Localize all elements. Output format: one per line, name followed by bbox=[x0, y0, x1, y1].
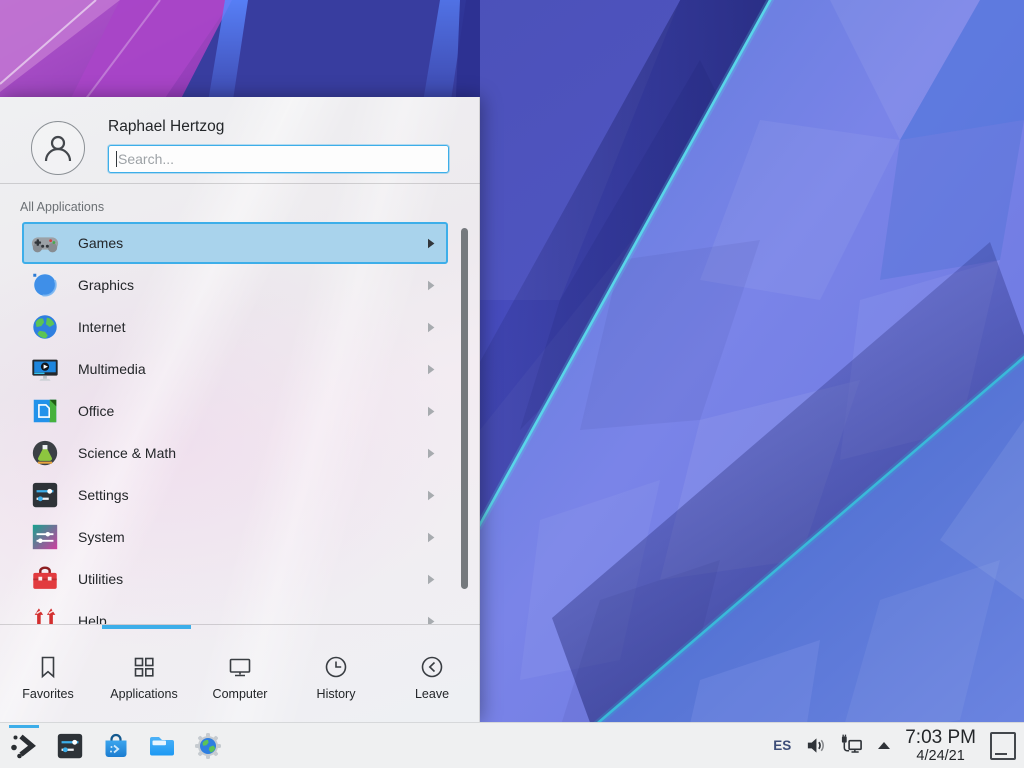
user-icon bbox=[41, 131, 75, 165]
user-name: Raphael Hertzog bbox=[108, 118, 224, 136]
launcher-tabbar: Favorites Applications Computer bbox=[0, 629, 480, 722]
tab-leave[interactable]: Leave bbox=[384, 629, 480, 722]
chevron-right-icon bbox=[427, 448, 435, 459]
web-settings-button[interactable] bbox=[193, 731, 223, 761]
globe-icon bbox=[29, 311, 61, 343]
system-tray: ES 7:03 PM 4/24/21 bbox=[773, 728, 1024, 764]
tab-applications[interactable]: Applications bbox=[96, 629, 192, 722]
help-icon bbox=[29, 605, 61, 624]
category-help[interactable]: Help bbox=[22, 600, 448, 624]
header-separator bbox=[0, 183, 480, 184]
flask-icon bbox=[29, 437, 61, 469]
category-label: Games bbox=[78, 235, 427, 251]
category-science-math[interactable]: Science & Math bbox=[22, 432, 448, 474]
category-label: Office bbox=[78, 403, 427, 419]
clock-date: 4/24/21 bbox=[916, 749, 964, 764]
chevron-right-icon bbox=[427, 406, 435, 417]
discover-bag-icon bbox=[101, 730, 131, 762]
chevron-right-icon bbox=[427, 532, 435, 543]
category-graphics[interactable]: Graphics bbox=[22, 264, 448, 306]
chevron-right-icon bbox=[427, 280, 435, 291]
keyboard-layout-indicator[interactable]: ES bbox=[773, 738, 791, 753]
chevron-right-icon bbox=[427, 322, 435, 333]
desktop: Raphael Hertzog All Applications bbox=[0, 0, 1024, 768]
system-sliders-icon bbox=[29, 521, 61, 553]
globe-gear-icon bbox=[193, 731, 223, 761]
category-label: Internet bbox=[78, 319, 427, 335]
computer-icon bbox=[227, 654, 253, 680]
document-icon bbox=[29, 395, 61, 427]
digital-clock[interactable]: 7:03 PM 4/24/21 bbox=[905, 728, 976, 764]
launcher-header: Raphael Hertzog bbox=[0, 97, 480, 183]
scrollbar[interactable] bbox=[461, 228, 468, 589]
tab-computer[interactable]: Computer bbox=[192, 629, 288, 722]
category-multimedia[interactable]: Multimedia bbox=[22, 348, 448, 390]
text-caret bbox=[116, 151, 117, 167]
bookmark-icon bbox=[35, 654, 61, 680]
category-label: System bbox=[78, 529, 427, 545]
clock-time: 7:03 PM bbox=[905, 728, 976, 747]
chevron-right-icon bbox=[427, 616, 435, 625]
show-desktop-button[interactable] bbox=[990, 732, 1016, 760]
grid-icon bbox=[131, 654, 157, 680]
category-settings[interactable]: Settings bbox=[22, 474, 448, 516]
kde-kicker-icon bbox=[9, 731, 39, 761]
chevron-right-icon bbox=[427, 238, 435, 249]
leave-icon bbox=[419, 654, 445, 680]
chevron-right-icon bbox=[427, 364, 435, 375]
sliders-icon bbox=[29, 479, 61, 511]
system-settings-button[interactable] bbox=[55, 731, 85, 761]
chevron-right-icon bbox=[427, 574, 435, 585]
category-games[interactable]: Games bbox=[22, 222, 448, 264]
application-launcher-button[interactable] bbox=[9, 731, 39, 761]
category-office[interactable]: Office bbox=[22, 390, 448, 432]
system-settings-icon bbox=[55, 731, 85, 761]
folder-icon bbox=[147, 730, 177, 762]
expand-tray-arrow-icon[interactable] bbox=[877, 741, 891, 750]
category-label: Graphics bbox=[78, 277, 427, 293]
active-task-indicator bbox=[9, 725, 39, 728]
paint-sphere-icon bbox=[29, 269, 61, 301]
tab-favorites[interactable]: Favorites bbox=[0, 629, 96, 722]
clock-icon bbox=[323, 654, 349, 680]
category-list: Games Graphics bbox=[0, 222, 480, 624]
tabbar-separator bbox=[0, 624, 480, 625]
taskbar-panel: ES 7:03 PM 4/24/21 bbox=[0, 722, 1024, 768]
file-manager-button[interactable] bbox=[147, 731, 177, 761]
chevron-right-icon bbox=[427, 490, 435, 501]
category-label: Utilities bbox=[78, 571, 427, 587]
taskbar-launchers bbox=[0, 731, 223, 761]
gamepad-icon bbox=[29, 227, 61, 259]
category-internet[interactable]: Internet bbox=[22, 306, 448, 348]
wired-network-icon[interactable] bbox=[840, 734, 863, 757]
category-system[interactable]: System bbox=[22, 516, 448, 558]
category-label: Multimedia bbox=[78, 361, 427, 377]
search-field[interactable] bbox=[108, 145, 449, 173]
category-utilities[interactable]: Utilities bbox=[22, 558, 448, 600]
application-launcher-menu: Raphael Hertzog All Applications bbox=[0, 97, 480, 722]
search-input[interactable] bbox=[109, 146, 448, 172]
toolbox-icon bbox=[29, 563, 61, 595]
category-label: Settings bbox=[78, 487, 427, 503]
tab-history[interactable]: History bbox=[288, 629, 384, 722]
discover-button[interactable] bbox=[101, 731, 131, 761]
category-label: Help bbox=[78, 613, 427, 624]
section-label: All Applications bbox=[20, 200, 104, 214]
user-avatar[interactable] bbox=[31, 121, 85, 175]
volume-icon[interactable] bbox=[805, 735, 826, 756]
category-label: Science & Math bbox=[78, 445, 427, 461]
media-monitor-icon bbox=[29, 353, 61, 385]
